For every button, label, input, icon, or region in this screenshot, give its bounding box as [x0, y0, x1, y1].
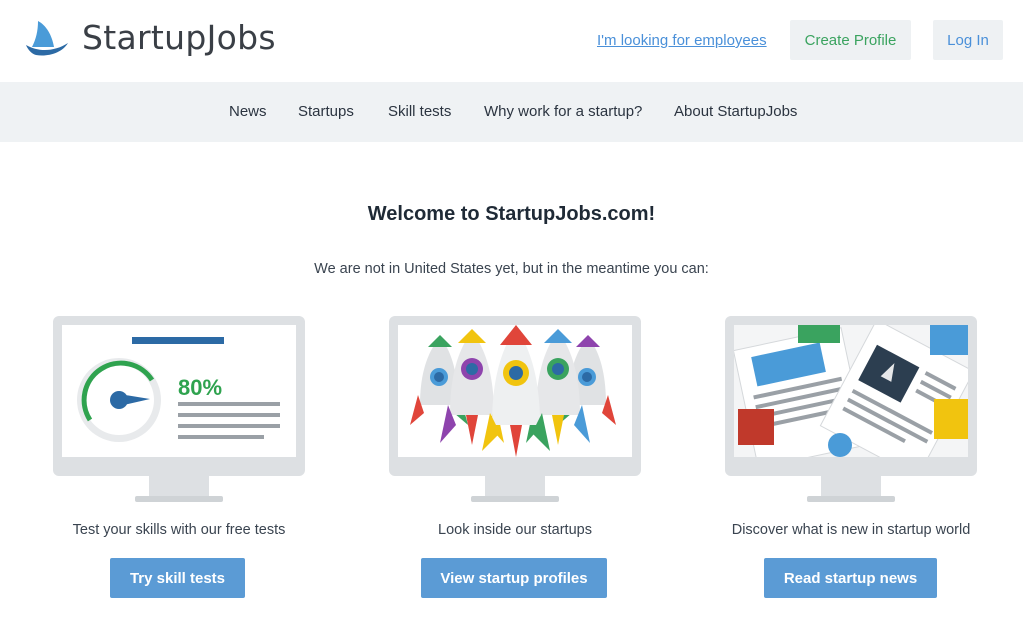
nav-item-about[interactable]: About StartupJobs	[674, 103, 797, 120]
monitor-base	[135, 496, 223, 502]
skill-tests-caption: Test your skills with our free tests	[72, 522, 286, 538]
nav-item-why-work[interactable]: Why work for a startup?	[484, 103, 642, 120]
logo[interactable]: StartupJobs	[24, 18, 276, 57]
page-title: Welcome to StartupJobs.com!	[367, 203, 656, 225]
main-nav: News Startups Skill tests Why work for a…	[0, 82, 1023, 142]
monitor-illustration: 80%	[53, 316, 305, 476]
nav-item-news[interactable]: News	[229, 103, 267, 120]
news-caption: Discover what is new in startup world	[731, 522, 971, 538]
monitor-stand	[485, 476, 545, 498]
monitor-stand	[149, 476, 209, 498]
monitor-stand	[821, 476, 881, 498]
brand-name: StartupJobs	[82, 18, 276, 57]
try-skill-tests-button[interactable]: Try skill tests	[110, 558, 245, 598]
view-startup-profiles-button[interactable]: View startup profiles	[421, 558, 607, 598]
login-button[interactable]: Log In	[933, 20, 1003, 60]
newspapers-illustration	[734, 325, 968, 457]
monitor-base	[471, 496, 559, 502]
rockets-illustration	[398, 325, 632, 457]
monitor-base	[807, 496, 895, 502]
read-startup-news-button[interactable]: Read startup news	[764, 558, 937, 598]
nav-item-startups[interactable]: Startups	[298, 103, 354, 120]
monitor-illustration	[725, 316, 977, 476]
monitor-illustration	[389, 316, 641, 476]
shark-fin-icon	[26, 20, 68, 55]
score-percent: 80%	[178, 375, 222, 400]
site-header: StartupJobs I'm looking for employees Cr…	[0, 0, 1023, 82]
create-profile-button[interactable]: Create Profile	[790, 20, 911, 60]
page-subtitle: We are not in United States yet, but in …	[314, 261, 709, 277]
startups-caption: Look inside our startups	[438, 522, 592, 538]
employees-link[interactable]: I'm looking for employees	[597, 32, 767, 49]
skill-test-illustration: 80%	[62, 325, 296, 457]
nav-item-skill-tests[interactable]: Skill tests	[388, 103, 451, 120]
